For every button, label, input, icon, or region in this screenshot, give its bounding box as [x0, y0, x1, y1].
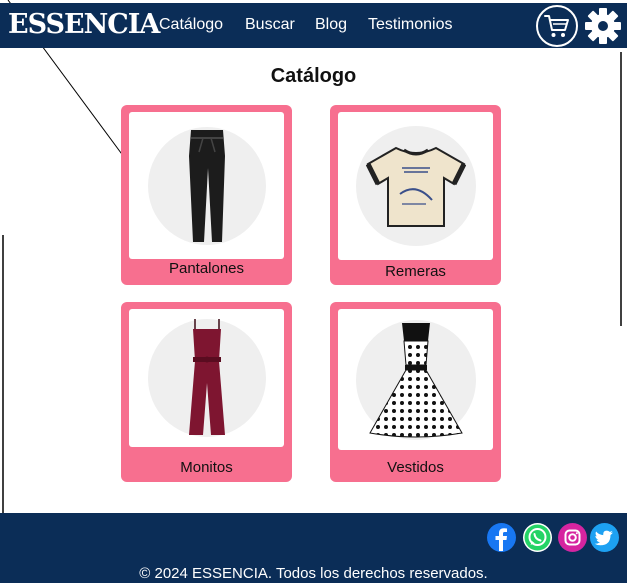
category-label: Pantalones [168, 260, 245, 277]
gear-icon [585, 8, 621, 44]
category-card-vestidos[interactable]: Vestidos [330, 302, 501, 482]
facebook-link[interactable] [487, 523, 516, 552]
facebook-icon [495, 528, 507, 551]
twitter-link[interactable] [590, 523, 619, 552]
cart-button[interactable] [536, 5, 578, 47]
category-image-bg [355, 126, 476, 246]
twitter-icon [594, 530, 613, 546]
instagram-icon [558, 523, 587, 552]
category-image-bg [355, 319, 476, 440]
pants-image [188, 129, 225, 242]
category-image-frame [338, 309, 493, 450]
category-card-remeras[interactable]: Remeras [330, 105, 501, 285]
category-card-monitos[interactable]: Monitos [121, 302, 292, 482]
nav-blog[interactable]: Blog [315, 16, 347, 34]
cart-icon [544, 15, 569, 37]
category-label: Vestidos [387, 459, 444, 476]
whatsapp-icon [524, 524, 551, 551]
category-image-frame [129, 309, 284, 447]
nav-buscar[interactable]: Buscar [245, 16, 295, 34]
nav-catalogo[interactable]: Catálogo [159, 16, 223, 34]
dress-image [368, 322, 463, 437]
category-card-pantalones[interactable]: Pantalones [121, 105, 292, 285]
category-image-bg [147, 126, 266, 245]
settings-button[interactable] [582, 5, 624, 47]
category-label: Remeras [385, 263, 446, 280]
jumpsuit-image [188, 319, 225, 435]
instagram-link[interactable] [558, 523, 587, 552]
category-label: Monitos [180, 459, 233, 476]
category-image-frame [129, 112, 284, 259]
top-navbar: ESSENCIA Catálogo Buscar Blog Testimonio… [0, 3, 627, 48]
page-title: Catálogo [270, 65, 357, 87]
category-image-bg [147, 319, 266, 437]
footer: © 2024 ESSENCIA. Todos los derechos rese… [0, 513, 627, 583]
tshirt-image [365, 146, 466, 227]
brand-logo[interactable]: ESSENCIA [8, 9, 160, 40]
whatsapp-link[interactable] [523, 523, 552, 552]
category-image-frame [338, 112, 493, 260]
nav-testimonios[interactable]: Testimonios [368, 16, 452, 34]
copyright-text: © 2024 ESSENCIA. Todos los derechos rese… [139, 565, 488, 582]
